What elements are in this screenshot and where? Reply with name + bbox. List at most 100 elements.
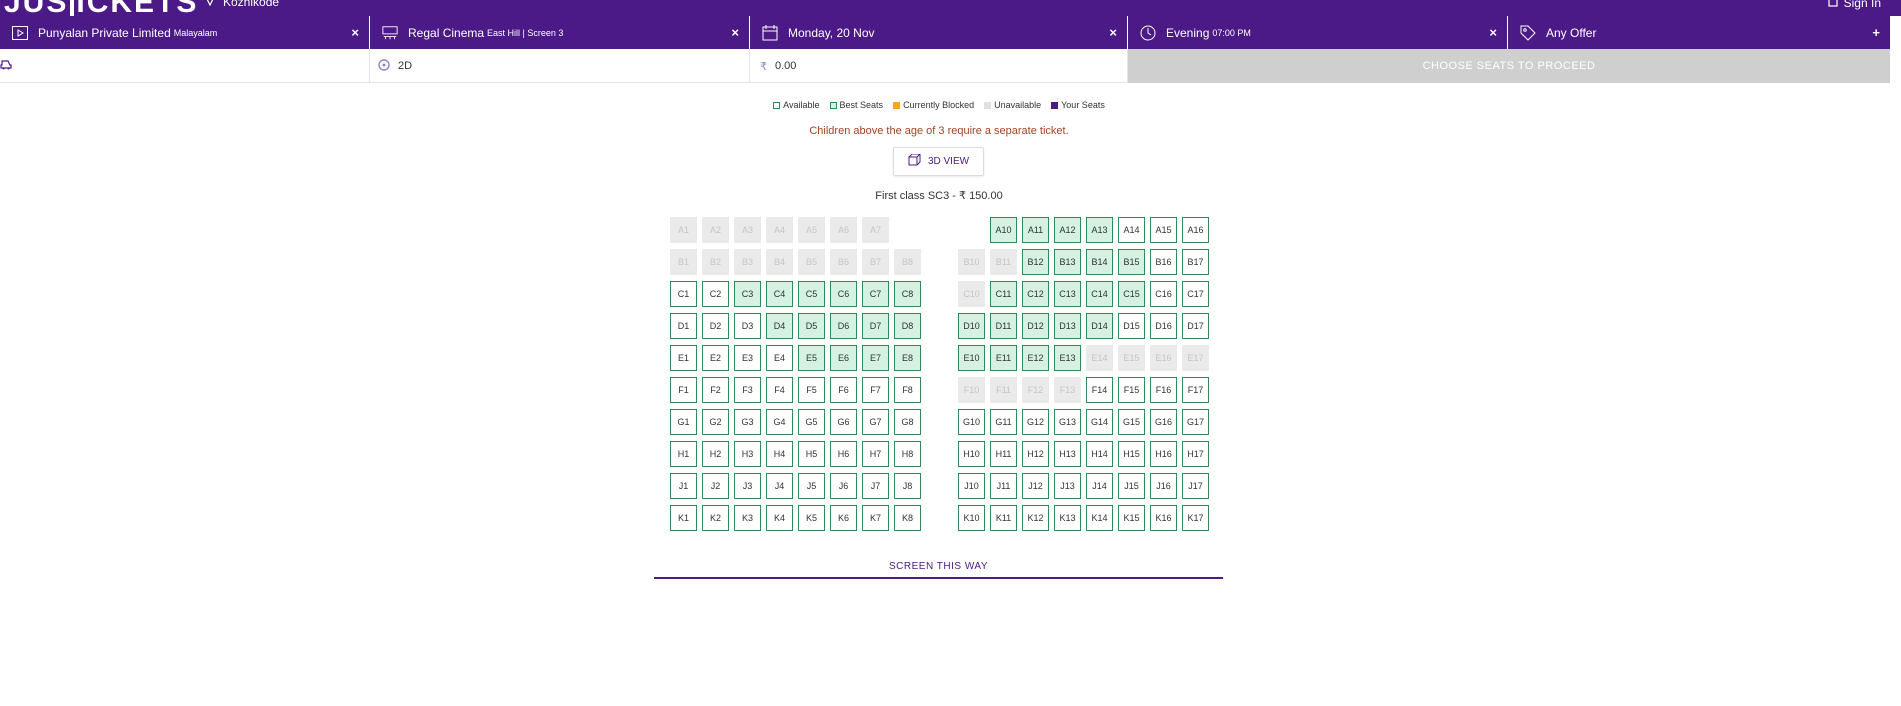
seat-a10[interactable]: A10	[990, 217, 1017, 243]
seat-j10[interactable]: J10	[958, 473, 985, 499]
seat-h6[interactable]: H6	[830, 441, 857, 467]
seat-e5[interactable]: E5	[798, 345, 825, 371]
seat-k16[interactable]: K16	[1150, 505, 1177, 531]
seat-b16[interactable]: B16	[1150, 249, 1177, 275]
seat-d4[interactable]: D4	[766, 313, 793, 339]
seat-f16[interactable]: F16	[1150, 377, 1177, 403]
proceed-button[interactable]: CHOOSE SEATS TO PROCEED	[1128, 49, 1890, 83]
filter-offer[interactable]: Any Offer +	[1508, 16, 1890, 49]
seat-a14[interactable]: A14	[1118, 217, 1145, 243]
clear-movie-button[interactable]: ×	[351, 25, 359, 40]
seat-k2[interactable]: K2	[702, 505, 729, 531]
seat-f3[interactable]: F3	[734, 377, 761, 403]
seat-k13[interactable]: K13	[1054, 505, 1081, 531]
clear-date-button[interactable]: ×	[1109, 25, 1117, 40]
seat-c4[interactable]: C4	[766, 281, 793, 307]
seat-h11[interactable]: H11	[990, 441, 1017, 467]
seat-g8[interactable]: G8	[894, 409, 921, 435]
seat-a16[interactable]: A16	[1182, 217, 1209, 243]
location-selector[interactable]: Kozhikode	[205, 0, 279, 9]
seat-e10[interactable]: E10	[958, 345, 985, 371]
seat-c5[interactable]: C5	[798, 281, 825, 307]
seat-c7[interactable]: C7	[862, 281, 889, 307]
seat-c15[interactable]: C15	[1118, 281, 1145, 307]
seat-c17[interactable]: C17	[1182, 281, 1209, 307]
seat-g11[interactable]: G11	[990, 409, 1017, 435]
seat-j3[interactable]: J3	[734, 473, 761, 499]
seat-h4[interactable]: H4	[766, 441, 793, 467]
seat-k11[interactable]: K11	[990, 505, 1017, 531]
seat-g6[interactable]: G6	[830, 409, 857, 435]
seat-k7[interactable]: K7	[862, 505, 889, 531]
seat-e3[interactable]: E3	[734, 345, 761, 371]
seat-b15[interactable]: B15	[1118, 249, 1145, 275]
seat-e12[interactable]: E12	[1022, 345, 1049, 371]
seat-d8[interactable]: D8	[894, 313, 921, 339]
seat-d16[interactable]: D16	[1150, 313, 1177, 339]
seat-d11[interactable]: D11	[990, 313, 1017, 339]
seat-e7[interactable]: E7	[862, 345, 889, 371]
seat-f8[interactable]: F8	[894, 377, 921, 403]
seat-f1[interactable]: F1	[670, 377, 697, 403]
seat-d1[interactable]: D1	[670, 313, 697, 339]
seat-g4[interactable]: G4	[766, 409, 793, 435]
seat-b12[interactable]: B12	[1022, 249, 1049, 275]
seat-g1[interactable]: G1	[670, 409, 697, 435]
seat-e1[interactable]: E1	[670, 345, 697, 371]
seat-b14[interactable]: B14	[1086, 249, 1113, 275]
seat-h8[interactable]: H8	[894, 441, 921, 467]
seat-g10[interactable]: G10	[958, 409, 985, 435]
seat-e13[interactable]: E13	[1054, 345, 1081, 371]
seat-d6[interactable]: D6	[830, 313, 857, 339]
seat-f17[interactable]: F17	[1182, 377, 1209, 403]
seat-h5[interactable]: H5	[798, 441, 825, 467]
seat-h10[interactable]: H10	[958, 441, 985, 467]
filter-cinema[interactable]: Regal Cinema East Hill | Screen 3 ×	[370, 16, 750, 49]
seat-g5[interactable]: G5	[798, 409, 825, 435]
seat-a13[interactable]: A13	[1086, 217, 1113, 243]
site-logo[interactable]: JUS ICKETS	[4, 0, 198, 16]
add-offer-button[interactable]: +	[1872, 25, 1880, 40]
seat-j17[interactable]: J17	[1182, 473, 1209, 499]
seat-d7[interactable]: D7	[862, 313, 889, 339]
seat-g16[interactable]: G16	[1150, 409, 1177, 435]
seat-k12[interactable]: K12	[1022, 505, 1049, 531]
seat-k15[interactable]: K15	[1118, 505, 1145, 531]
seat-g12[interactable]: G12	[1022, 409, 1049, 435]
seat-d13[interactable]: D13	[1054, 313, 1081, 339]
seat-f15[interactable]: F15	[1118, 377, 1145, 403]
seat-k4[interactable]: K4	[766, 505, 793, 531]
seat-e2[interactable]: E2	[702, 345, 729, 371]
seat-j1[interactable]: J1	[670, 473, 697, 499]
seat-f7[interactable]: F7	[862, 377, 889, 403]
seat-b13[interactable]: B13	[1054, 249, 1081, 275]
seat-d12[interactable]: D12	[1022, 313, 1049, 339]
seat-e8[interactable]: E8	[894, 345, 921, 371]
seat-h3[interactable]: H3	[734, 441, 761, 467]
seat-d17[interactable]: D17	[1182, 313, 1209, 339]
seat-h2[interactable]: H2	[702, 441, 729, 467]
seat-k6[interactable]: K6	[830, 505, 857, 531]
seat-g7[interactable]: G7	[862, 409, 889, 435]
seat-g13[interactable]: G13	[1054, 409, 1081, 435]
clear-cinema-button[interactable]: ×	[731, 25, 739, 40]
seat-j4[interactable]: J4	[766, 473, 793, 499]
seat-j6[interactable]: J6	[830, 473, 857, 499]
seat-j13[interactable]: J13	[1054, 473, 1081, 499]
seat-d5[interactable]: D5	[798, 313, 825, 339]
seat-k1[interactable]: K1	[670, 505, 697, 531]
seat-d10[interactable]: D10	[958, 313, 985, 339]
seat-j16[interactable]: J16	[1150, 473, 1177, 499]
seat-d2[interactable]: D2	[702, 313, 729, 339]
seat-g15[interactable]: G15	[1118, 409, 1145, 435]
seat-a11[interactable]: A11	[1022, 217, 1049, 243]
seat-c6[interactable]: C6	[830, 281, 857, 307]
seat-h13[interactable]: H13	[1054, 441, 1081, 467]
seat-h12[interactable]: H12	[1022, 441, 1049, 467]
seat-d14[interactable]: D14	[1086, 313, 1113, 339]
seat-j11[interactable]: J11	[990, 473, 1017, 499]
seat-h17[interactable]: H17	[1182, 441, 1209, 467]
seat-c3[interactable]: C3	[734, 281, 761, 307]
seat-k14[interactable]: K14	[1086, 505, 1113, 531]
seat-j14[interactable]: J14	[1086, 473, 1113, 499]
